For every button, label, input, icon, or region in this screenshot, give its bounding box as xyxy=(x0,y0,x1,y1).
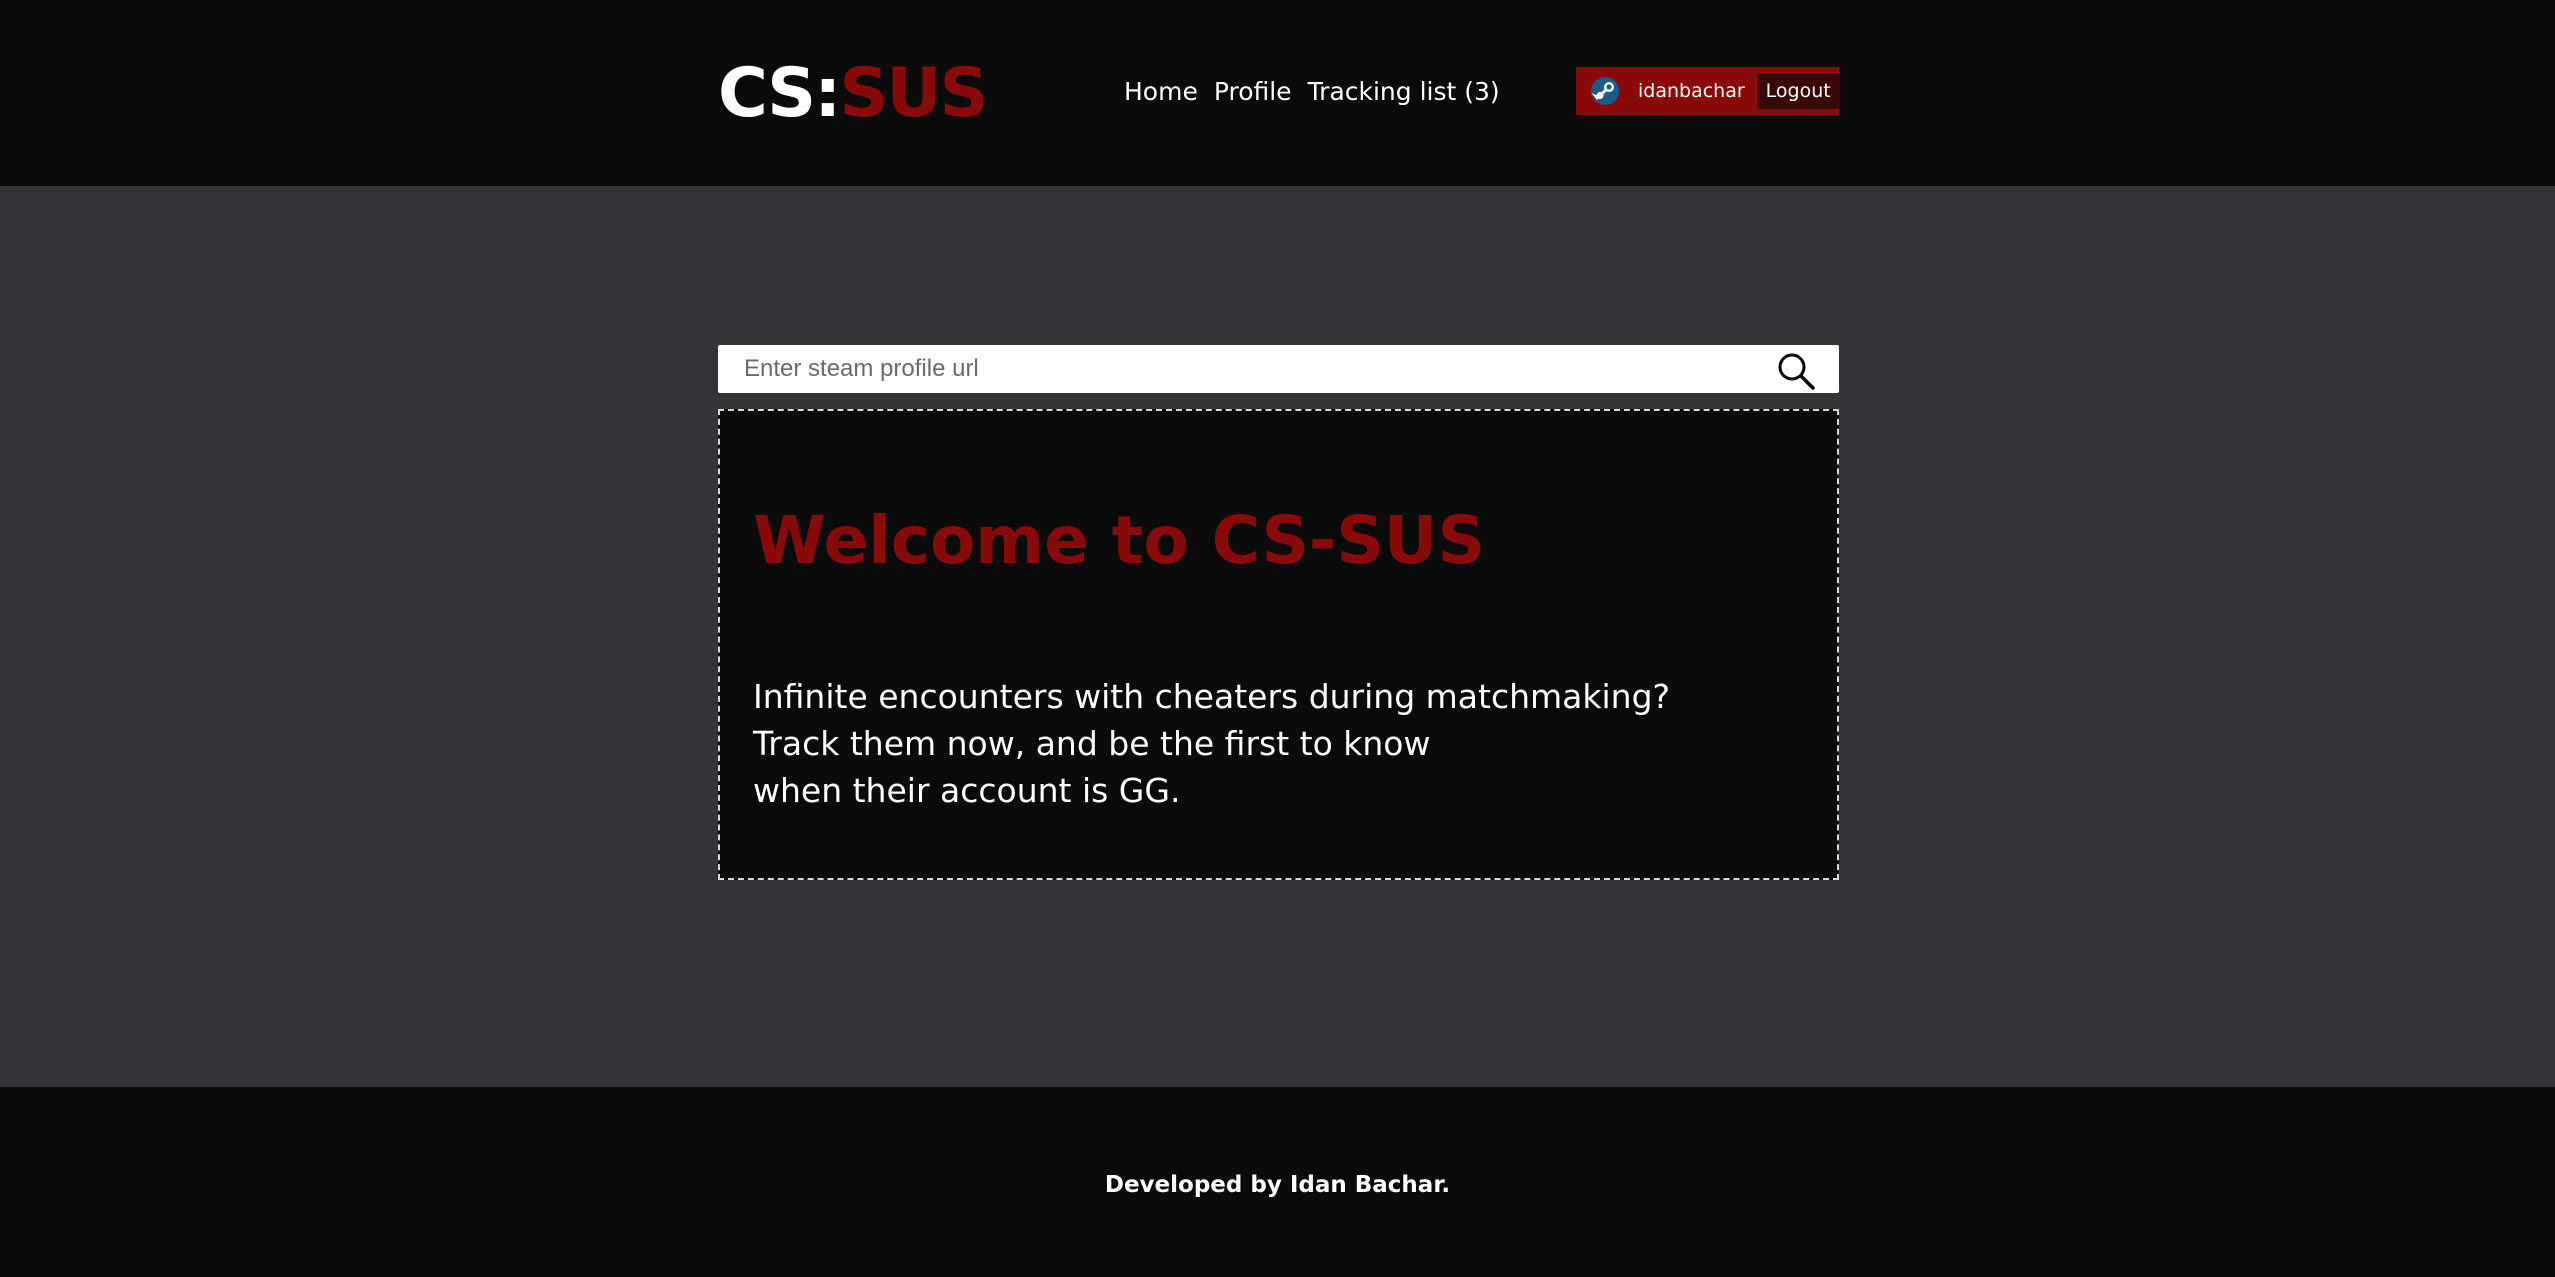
logo-part-sus: SUS xyxy=(839,54,988,133)
search-icon[interactable] xyxy=(1776,351,1816,391)
welcome-title: Welcome to CS-SUS xyxy=(753,502,1485,579)
main-nav: Home Profile Tracking list (3) xyxy=(1124,72,1500,112)
site-logo[interactable]: CS:SUS xyxy=(718,54,989,134)
footer-credit: Developed by Idan Bachar. xyxy=(1104,1172,1451,1198)
welcome-line-3: when their account is GG. xyxy=(753,771,1181,810)
welcome-line-1: Infinite encounters with cheaters during… xyxy=(753,677,1671,716)
nav-tracking-list-link[interactable]: Tracking list (3) xyxy=(1308,72,1500,112)
welcome-description: Infinite encounters with cheaters during… xyxy=(753,673,1670,814)
nav-home-link[interactable]: Home xyxy=(1124,72,1198,112)
search-bar xyxy=(718,345,1839,393)
welcome-card: Welcome to CS-SUS Infinite encounters wi… xyxy=(718,409,1839,880)
logout-button[interactable]: Logout xyxy=(1756,73,1840,109)
steam-icon xyxy=(1590,76,1620,106)
logo-part-cs: CS: xyxy=(718,54,841,133)
site-footer: Developed by Idan Bachar. xyxy=(0,1087,2555,1277)
site-header: CS:SUS Home Profile Tracking list (3) id… xyxy=(0,0,2555,186)
username-label[interactable]: idanbachar xyxy=(1638,80,1745,102)
steam-profile-url-input[interactable] xyxy=(718,345,1768,393)
nav-profile-link[interactable]: Profile xyxy=(1214,72,1292,112)
user-panel: idanbachar Logout xyxy=(1576,67,1840,115)
welcome-line-2: Track them now, and be the first to know xyxy=(753,724,1431,763)
